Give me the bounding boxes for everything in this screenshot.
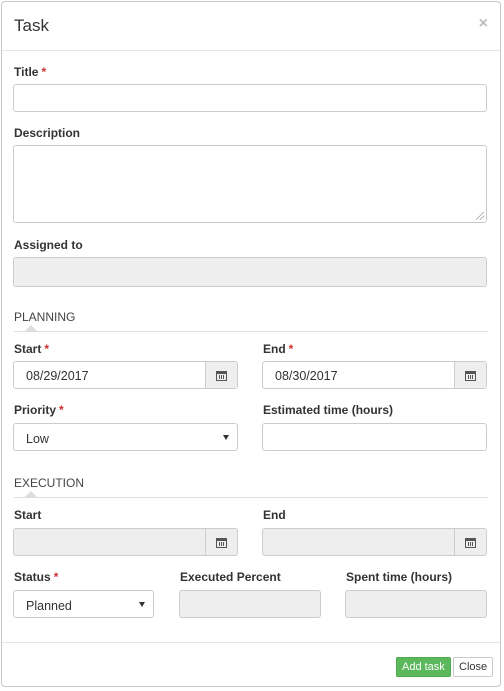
spent-time-label: Spent time (hours) [346,570,453,584]
priority-selected-value: Low [26,432,49,446]
status-select[interactable]: Planned [13,590,154,618]
assigned-input[interactable] [13,257,487,287]
execution-section-title: EXECUTION [14,476,85,490]
priority-label-text: Priority [14,403,57,417]
required-marker: * [59,403,64,417]
assigned-label: Assigned to [14,238,83,252]
required-marker: * [41,65,47,79]
estimated-time-label: Estimated time (hours) [263,403,394,417]
required-marker: * [288,342,294,356]
calendar-icon [465,537,476,548]
calendar-icon [216,537,227,548]
task-modal: Task × Title * Description Assigned to PL… [1,1,501,687]
title-label-text: Title [14,65,39,79]
chevron-down-icon [223,435,229,440]
status-selected-value: Planned [26,599,72,613]
execution-start-calendar-button[interactable] [205,529,237,555]
execution-divider [14,497,488,498]
title-input[interactable] [13,84,487,112]
chevron-down-icon [139,602,145,607]
executed-percent-label: Executed Percent [180,570,281,584]
planning-start-label: Start * [14,342,49,356]
priority-select[interactable]: Low [13,423,238,451]
close-icon[interactable]: × [479,15,488,33]
execution-start-input[interactable] [13,528,238,556]
required-marker: * [53,570,59,584]
planning-end-value: 08/30/2017 [275,369,338,383]
execution-start-label: Start [14,508,42,522]
title-label: Title * [14,65,46,79]
execution-end-calendar-button[interactable] [454,529,486,555]
execution-end-label: End [263,508,286,522]
planning-start-input[interactable]: 08/29/2017 [13,361,238,389]
priority-label: Priority * [14,403,64,417]
modal-header: Task × [2,2,500,51]
estimated-time-input[interactable] [262,423,487,451]
resize-handle-icon[interactable] [476,212,484,220]
planning-end-label: End * [263,342,293,356]
calendar-icon [465,370,476,381]
planning-start-label-text: Start [14,342,42,356]
planning-end-calendar-button[interactable] [454,362,486,388]
close-button[interactable]: Close [453,657,494,677]
calendar-icon [216,370,227,381]
planning-start-calendar-button[interactable] [205,362,237,388]
execution-end-input[interactable] [262,528,487,556]
add-task-button[interactable]: Add task [396,657,451,677]
planning-divider [14,331,488,332]
spent-time-input[interactable] [345,590,487,618]
planning-end-input[interactable]: 08/30/2017 [262,361,487,389]
planning-end-label-text: End [263,342,286,356]
status-label-text: Status [14,570,51,584]
required-marker: * [44,342,50,356]
status-label: Status * [14,570,58,584]
description-textarea[interactable] [13,145,487,223]
modal-title: Task [14,16,49,35]
planning-section-title: PLANNING [14,310,76,324]
description-label: Description [14,126,81,140]
modal-footer: Add task Close [2,642,500,688]
executed-percent-input[interactable] [179,590,321,618]
planning-start-value: 08/29/2017 [26,369,89,383]
